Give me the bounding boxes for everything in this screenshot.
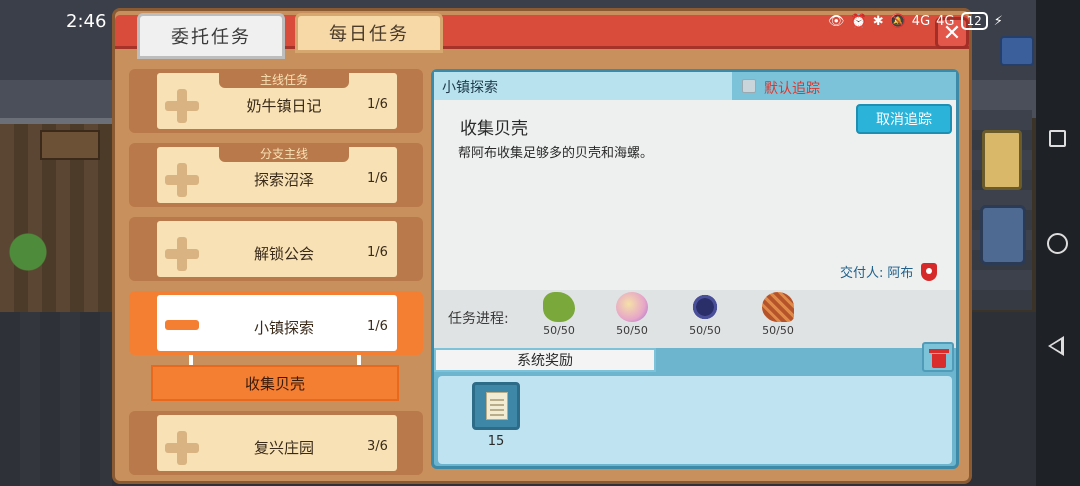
quest-count: 1/6: [367, 171, 388, 186]
mute-icon: 🔕: [889, 13, 906, 29]
quest-description-area: 收集贝壳 帮阿布收集足够多的贝壳和海螺。 取消追踪 交付人: 阿布: [434, 100, 956, 290]
list-item[interactable]: 复兴庄园 3/6: [129, 411, 423, 475]
progress-item: 50/50: [753, 292, 803, 337]
home-icon[interactable]: [1047, 233, 1068, 254]
quest-title: 收集贝壳: [460, 119, 528, 139]
quest-name: 探索沼泽: [253, 171, 314, 189]
progress-label: 任务进程:: [448, 311, 509, 327]
progress-item: 50/50: [607, 292, 657, 337]
list-item[interactable]: 主线任务 奶牛镇日记 1/6: [129, 69, 423, 133]
map-pin-icon[interactable]: [921, 262, 938, 281]
bluetooth-icon: ✱: [872, 13, 884, 29]
quest-count: 3/6: [367, 439, 388, 454]
list-item[interactable]: 分支主线 探索沼泽 1/6: [129, 143, 423, 207]
green-shell-icon: [543, 292, 575, 322]
signal-icon-2: 4G: [936, 13, 955, 29]
giver-name: 阿布: [887, 266, 914, 281]
quest-detail-panel: 小镇探索 默认追踪 收集贝壳 帮阿布收集足够多的贝壳和海螺。 取消追踪 交付人:…: [431, 69, 959, 469]
list-item-selected[interactable]: 小镇探索 1/6: [129, 291, 423, 355]
progress-item: 50/50: [534, 292, 584, 337]
status-icons: 👁 ⏰ ✱ 🔕 4G 4G 12 ⚡: [828, 12, 1003, 30]
abandon-quest-button[interactable]: [922, 342, 954, 372]
eye-icon: 👁: [828, 13, 845, 29]
expand-icon: [165, 431, 199, 465]
status-time: 2:46: [66, 11, 107, 32]
quest-name: 小镇探索: [253, 319, 314, 337]
quest-category: 主线任务: [219, 73, 349, 88]
conch-icon: [616, 292, 648, 322]
quest-description: 帮阿布收集足够多的贝壳和海螺。: [458, 146, 654, 161]
background-machine: [982, 130, 1022, 190]
default-track-toggle[interactable]: 默认追踪: [732, 72, 956, 100]
background-plant: [8, 220, 48, 300]
item-count: 50/50: [543, 324, 575, 337]
expand-icon: [165, 237, 199, 271]
default-track-checkbox[interactable]: [742, 79, 756, 93]
sub-quest-item[interactable]: 收集贝壳: [151, 365, 399, 401]
recent-apps-icon[interactable]: [1049, 130, 1066, 147]
battery-icon: 12: [960, 12, 988, 30]
quest-giver: 交付人: 阿布: [840, 262, 938, 281]
reward-count: 15: [487, 434, 505, 449]
reward-item[interactable]: [472, 382, 520, 430]
quest-name: 奶牛镇日记: [246, 97, 322, 115]
list-item[interactable]: 解锁公会 1/6: [129, 217, 423, 281]
quest-category: 分支主线: [219, 147, 349, 162]
progress-item: 50/50: [680, 292, 730, 337]
background-floor: [0, 312, 112, 486]
note-paper-icon: [486, 392, 508, 420]
trash-icon: [929, 349, 949, 353]
quest-name: 复兴庄园: [253, 439, 314, 457]
detail-header: 小镇探索 默认追踪: [434, 72, 956, 100]
signal-icon: 4G: [911, 13, 931, 29]
cancel-track-button[interactable]: 取消追踪: [856, 104, 952, 134]
expand-icon: [165, 89, 199, 123]
item-count: 50/50: [762, 324, 794, 337]
background-shelf: [40, 130, 100, 160]
quest-count: 1/6: [367, 245, 388, 260]
giver-label: 交付人:: [840, 266, 884, 281]
quest-progress: 任务进程: 50/50 50/50 50/50 50/50: [434, 290, 956, 348]
quest-count: 1/6: [367, 97, 388, 112]
scallop-icon: [762, 292, 794, 322]
quest-list: 主线任务 奶牛镇日记 1/6 分支主线 探索沼泽 1/6 解锁公会 1/6 小镇…: [125, 69, 425, 479]
tab-system-reward[interactable]: 系统奖励: [434, 348, 656, 372]
alarm-icon: ⏰: [850, 13, 867, 29]
item-count: 50/50: [616, 324, 648, 337]
charging-icon: ⚡: [993, 13, 1003, 29]
reward-area: 15: [438, 376, 952, 464]
back-icon[interactable]: [1048, 336, 1064, 356]
background-appliance: [980, 205, 1026, 265]
quest-count: 1/6: [367, 319, 388, 334]
detail-header-title: 小镇探索: [442, 80, 498, 96]
status-bar: 2:46 👁 ⏰ ✱ 🔕 4G 4G 12 ⚡: [0, 0, 1080, 44]
sea-urchin-icon: [689, 292, 721, 322]
item-count: 50/50: [689, 324, 721, 337]
expand-icon: [165, 163, 199, 197]
default-track-label: 默认追踪: [764, 81, 820, 97]
quest-window: ✕ 委托任务 每日任务 主线任务 奶牛镇日记 1/6 分支主线 探索沼泽 1/6…: [112, 8, 972, 484]
collapse-icon: [165, 320, 199, 330]
quest-name: 解锁公会: [253, 245, 314, 263]
